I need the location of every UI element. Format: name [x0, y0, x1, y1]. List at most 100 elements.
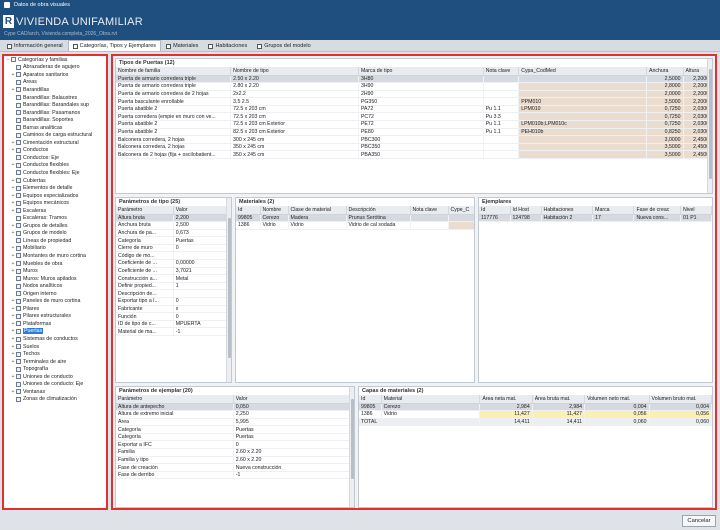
column-header[interactable]: Parámetro — [116, 206, 174, 215]
table-row[interactable]: Anchura de pa... 0,673 — [116, 229, 231, 238]
table-row[interactable]: 1386 Vidrio 11,427 11,427 0,056 0,056 — [359, 410, 712, 419]
tree-item[interactable]: + Grupos de modelo — [4, 230, 106, 238]
tree-item[interactable]: Barandillas: Pasamanos — [4, 109, 106, 117]
table-row[interactable]: Familia y tipo 2.60 x 2.20 — [116, 456, 354, 465]
table-row[interactable]: Área 5,995 — [116, 418, 354, 427]
table-row[interactable]: Puerta basculante enrollable 3.5 2.5 PG350… — [116, 97, 712, 106]
column-header[interactable]: Nota clave — [483, 67, 520, 76]
table-row[interactable]: Puerta abatible 2 72.5 x 203 cm Exterior P… — [116, 120, 712, 129]
tree-item[interactable]: + Pilares — [4, 305, 106, 313]
tree-item[interactable]: Barandillas: Soportes — [4, 116, 106, 124]
column-header[interactable]: Cype_C — [448, 206, 474, 215]
tree-item[interactable]: + Suelos — [4, 343, 106, 351]
table-row[interactable]: 1386 Vidrio Vidrio Vidrio de cal sodada — [236, 221, 474, 230]
tree-item[interactable]: + Puertas — [4, 328, 106, 336]
table-row[interactable]: Puerta de armario corredera de 2 hojas 2x… — [116, 90, 712, 99]
tree-item[interactable]: Caminos de carga estructural — [4, 131, 106, 139]
table-row[interactable]: Construcción a... Metal — [116, 274, 231, 283]
column-header[interactable]: Nombre — [260, 206, 289, 215]
table-row[interactable]: Puerta de armario corredera triple 2.50 x… — [116, 75, 712, 84]
tree-item[interactable]: + Muros — [4, 267, 106, 275]
tab-habitaciones[interactable]: Habitaciones — [203, 40, 252, 51]
cancel-button[interactable]: Cancelar — [682, 515, 716, 527]
table-row[interactable]: Puerta abatible 2 72.5 x 203 cm PA72 Pu 1.1… — [116, 105, 712, 114]
table-row[interactable]: Código de mo... — [116, 251, 231, 261]
tree-item[interactable]: + Uniones de conducto — [4, 373, 106, 381]
table-row[interactable]: Fase de creación Nueva construcción — [116, 463, 354, 472]
column-header[interactable]: Habitaciones — [541, 206, 594, 215]
table-row[interactable]: Altura bruta 2,200 — [116, 214, 231, 223]
table-row[interactable]: 117776 124798 Habitación 2 17 Nueva cons... 0… — [479, 214, 712, 223]
tree-item[interactable]: + Terminales de aire — [4, 358, 106, 366]
table-row[interactable]: Puerta abatible 2 82.5 x 203 cm Exterior P… — [116, 128, 712, 137]
column-header[interactable]: Valor — [233, 395, 354, 404]
table-row[interactable]: Cierre de muro 0 — [116, 244, 231, 253]
column-header[interactable]: Nombre de familia — [116, 67, 232, 76]
table-row[interactable]: Balconera corredera, 2 hojas 300 x 245 cm… — [116, 135, 712, 144]
column-header[interactable]: Id — [479, 206, 511, 215]
tree-item[interactable]: Conductos: Eje — [4, 154, 106, 162]
tree-item[interactable]: Muros: Muros apilados — [4, 275, 106, 283]
tree-item[interactable]: + Plataformas — [4, 320, 106, 328]
column-header[interactable]: Material — [381, 395, 481, 404]
column-header[interactable]: Área neta mat. — [479, 395, 533, 404]
column-header[interactable]: Id — [236, 206, 261, 215]
table-row[interactable]: Balconera corredera, 2 hojas 350 x 245 cm… — [116, 143, 712, 152]
table-row[interactable]: Descripción de... — [116, 289, 231, 299]
table-row[interactable]: 99805 Cerezo Madera Prunus Serótina — [236, 214, 474, 223]
tree-item[interactable]: Zonas de climatización — [4, 396, 106, 404]
tree-item[interactable]: Barandillas: Balaustres — [4, 94, 106, 102]
tree-item[interactable]: + Muebles de obra — [4, 260, 106, 268]
table-row[interactable]: Material de ma... -1 — [116, 327, 231, 336]
tree-item[interactable]: + Montantes de muro cortina — [4, 252, 106, 260]
instance-params-scrollbar[interactable] — [349, 387, 354, 507]
tree-item[interactable]: Barras analíticas — [4, 124, 106, 132]
table-row[interactable]: Coeficiente de ... 0,00000 — [116, 259, 231, 268]
table-row[interactable]: Altura de antepecho 0,050 — [116, 403, 354, 412]
tree-item[interactable]: + Conductos flexibles — [4, 162, 106, 170]
table-row[interactable]: Fabricante x — [116, 305, 231, 314]
column-header[interactable]: Id — [359, 395, 382, 404]
table-row[interactable]: Puerta de armario corredera triple 2.80 x… — [116, 82, 712, 91]
table-row[interactable]: Altura de extremo inicial 2,250 — [116, 410, 354, 419]
table-row[interactable]: Categoría Puertas — [116, 425, 354, 434]
tree-item[interactable]: + Techos — [4, 350, 106, 358]
tab-grupos-del-modelo[interactable]: Grupos del modelo — [252, 40, 315, 51]
column-header[interactable]: Descripción — [346, 206, 411, 215]
tree-item[interactable]: + Barandillas — [4, 86, 106, 94]
type-params-scrollbar[interactable] — [226, 198, 231, 382]
column-header[interactable]: Anchura — [646, 67, 684, 76]
tree-item[interactable]: + Sistemas de conductos — [4, 335, 106, 343]
tree-item[interactable]: + Cimentación estructural — [4, 139, 106, 147]
tree-item[interactable]: Áreas — [4, 79, 106, 87]
tree-item[interactable]: + Pilares estructurales — [4, 313, 106, 321]
column-header[interactable]: Volumen bruto mat. — [649, 395, 712, 404]
table-row[interactable]: Definir propied... 1 — [116, 282, 231, 291]
tree-item[interactable]: + Mobiliario — [4, 245, 106, 253]
column-header[interactable]: Nota clave — [410, 206, 449, 215]
column-header[interactable]: Nombre de tipo — [230, 67, 359, 76]
tree-item[interactable]: + Equipos especializados — [4, 192, 106, 200]
tree-item[interactable]: Escaleras: Tramos — [4, 214, 106, 222]
tab-categorias-tipos-ejemplares[interactable]: Categorías, Tipos y Ejemplares — [67, 40, 162, 51]
table-row[interactable]: Familia 2.60 x 2.20 — [116, 448, 354, 457]
tree-item[interactable]: Conductos flexibles: Eje — [4, 169, 106, 177]
tree-item[interactable]: + Paneles de muro cortina — [4, 298, 106, 306]
table-row[interactable]: Puerta corredera (empie en muro con ve..… — [116, 112, 712, 122]
table-row[interactable]: Coeficiente de ... 3,7021 — [116, 267, 231, 276]
types-scrollbar[interactable] — [707, 59, 712, 193]
tree-item[interactable]: Origen interno — [4, 290, 106, 298]
table-row[interactable]: Exportar tipo a I... 0 — [116, 297, 231, 306]
column-header[interactable]: Volumen neto mat. — [584, 395, 650, 404]
tree-item[interactable]: + Conductos — [4, 147, 106, 155]
column-header[interactable]: Cypa_CodMed — [518, 67, 648, 76]
tree-item[interactable]: + Aparatos sanitarios — [4, 71, 106, 79]
tree-item[interactable]: + Equipos mecánicos — [4, 199, 106, 207]
column-header[interactable]: Parámetro — [116, 395, 234, 404]
tree-item[interactable]: Uniones de conducto: Eje — [4, 381, 106, 389]
table-row[interactable]: Anchura bruta 2,500 — [116, 221, 231, 230]
table-row[interactable]: Fase de derribo -1 — [116, 471, 354, 480]
column-header[interactable]: Clase de material — [288, 206, 347, 215]
table-row[interactable]: Categoría Puertas — [116, 433, 354, 442]
tree-item[interactable]: Abrazaderas de agujero — [4, 64, 106, 72]
